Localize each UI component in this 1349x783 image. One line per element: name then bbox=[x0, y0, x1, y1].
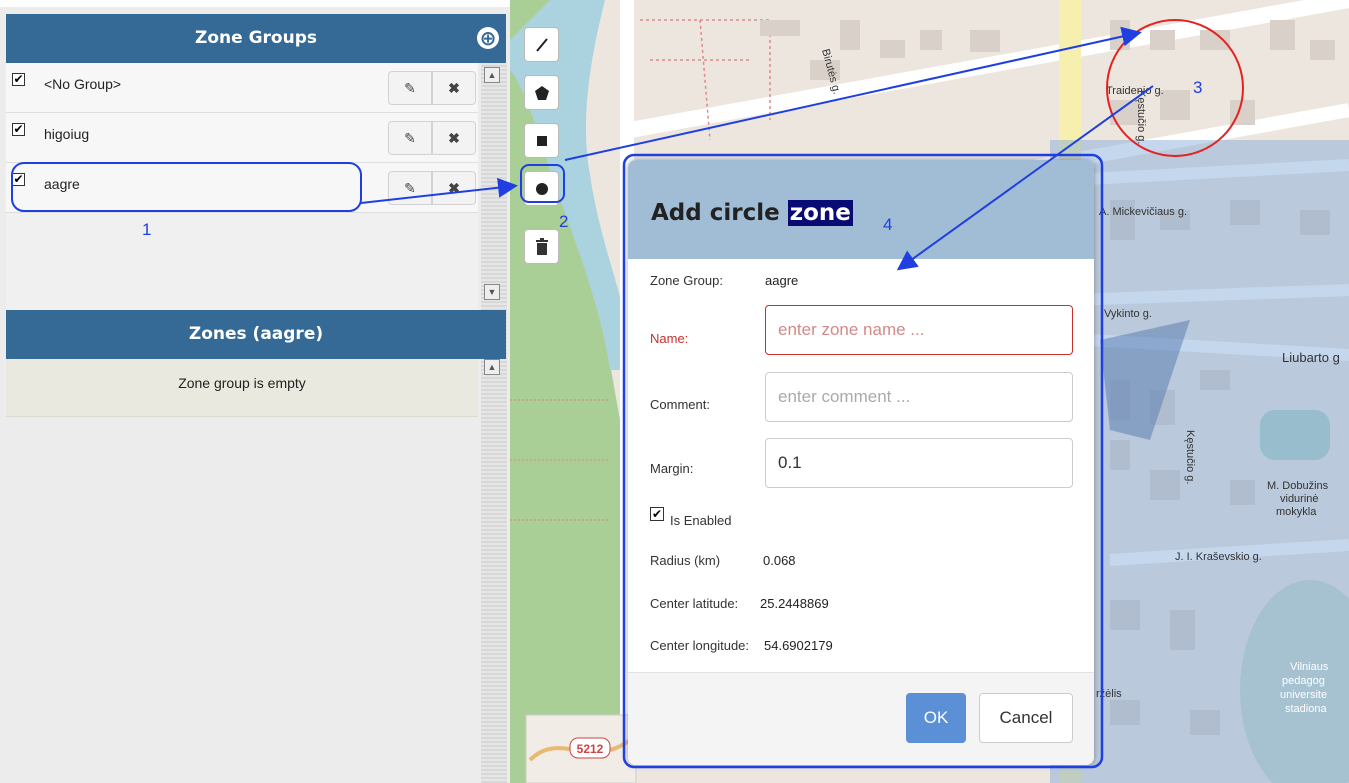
comment-label: Comment: bbox=[650, 397, 710, 412]
plus-icon: ⊕ bbox=[479, 26, 497, 50]
street-label: Liubarto g bbox=[1282, 350, 1340, 365]
zone-group-label: Zone Group: bbox=[650, 273, 723, 288]
map-label: Vilniaus bbox=[1290, 661, 1329, 673]
pencil-icon: ✎ bbox=[404, 80, 416, 96]
annotation-number: 3 bbox=[1193, 78, 1203, 97]
map-label: stadiona bbox=[1285, 703, 1327, 715]
delete-group-button[interactable]: ✖ bbox=[432, 121, 476, 155]
zone-name-input[interactable] bbox=[765, 305, 1073, 355]
zone-groups-header: Zone Groups ⊕ bbox=[6, 14, 506, 63]
group-name: <No Group> bbox=[44, 76, 122, 92]
zones-header: Zones (aagre) bbox=[6, 310, 506, 359]
line-icon bbox=[535, 37, 548, 52]
radius-value: 0.068 bbox=[763, 553, 796, 568]
close-icon: ✖ bbox=[448, 80, 460, 96]
trash-icon bbox=[535, 237, 548, 255]
rectangle-icon bbox=[536, 135, 547, 146]
dialog-title-prefix: Add circle bbox=[651, 200, 780, 226]
circle-icon bbox=[535, 182, 548, 195]
edit-group-button[interactable]: ✎ bbox=[388, 121, 432, 155]
annotation-number: 4 bbox=[883, 215, 893, 234]
add-zone-dialog: Add circle zone Zone Group: aagre Name: … bbox=[628, 160, 1094, 765]
pencil-icon: ✎ bbox=[404, 180, 416, 196]
margin-input[interactable] bbox=[765, 438, 1073, 488]
draw-circle-button[interactable] bbox=[524, 171, 559, 206]
group-checkbox[interactable]: ✔ bbox=[12, 123, 25, 136]
center-longitude-label: Center longitude: bbox=[650, 638, 750, 653]
draw-line-button[interactable] bbox=[524, 27, 559, 62]
delete-shape-button[interactable] bbox=[524, 229, 559, 264]
center-latitude-value: 25.2448869 bbox=[760, 596, 829, 611]
group-row-aagre[interactable]: ✔ aagre ✎ ✖ bbox=[6, 163, 478, 213]
enabled-checkbox[interactable]: ✔ bbox=[650, 507, 664, 521]
center-longitude-value: 54.6902179 bbox=[764, 638, 833, 653]
map-label: M. Dobužins bbox=[1267, 480, 1329, 492]
draw-polygon-button[interactable] bbox=[524, 75, 559, 110]
street-label: Traidenio g. bbox=[1106, 85, 1164, 97]
close-icon: ✖ bbox=[448, 130, 460, 146]
ok-button[interactable]: OK bbox=[906, 693, 966, 743]
dialog-header: Add circle zone bbox=[628, 160, 1094, 259]
radius-label: Radius (km) bbox=[650, 553, 721, 568]
zone-groups-title: Zone Groups bbox=[195, 28, 317, 48]
edit-group-button[interactable]: ✎ bbox=[388, 71, 432, 105]
map-label: ržėlis bbox=[1096, 688, 1122, 700]
pencil-icon: ✎ bbox=[404, 130, 416, 146]
street-label: A. Mickevičiaus g. bbox=[1099, 206, 1187, 218]
cancel-button[interactable]: Cancel bbox=[979, 693, 1073, 743]
scroll-up-icon[interactable]: ▲ bbox=[484, 359, 500, 375]
map-label: vidurinė bbox=[1280, 493, 1319, 505]
road-badge: 5212 bbox=[577, 742, 604, 756]
group-name: aagre bbox=[44, 176, 80, 192]
group-name: higoiug bbox=[44, 126, 90, 142]
margin-label: Margin: bbox=[650, 461, 694, 476]
polygon-icon bbox=[534, 85, 549, 100]
draw-toolbar bbox=[524, 27, 561, 275]
draw-rectangle-button[interactable] bbox=[524, 123, 559, 158]
panel-splitter[interactable] bbox=[481, 63, 507, 783]
zone-panel: Zone Groups ⊕ ✔ <No Group> ✎ ✖ ✔ higoiug… bbox=[0, 7, 510, 783]
street-label: J. I. Kraševskio g. bbox=[1175, 551, 1262, 563]
delete-group-button[interactable]: ✖ bbox=[432, 71, 476, 105]
street-label: Kęstučio g. bbox=[1184, 430, 1196, 484]
dialog-title-highlight: zone bbox=[787, 200, 853, 226]
street-label: Kęstučio g. bbox=[1135, 90, 1147, 144]
enabled-label: Is Enabled bbox=[670, 513, 732, 528]
edit-group-button[interactable]: ✎ bbox=[388, 171, 432, 205]
map-label: universite bbox=[1280, 689, 1327, 701]
group-checkbox[interactable]: ✔ bbox=[12, 173, 25, 186]
delete-group-button[interactable]: ✖ bbox=[432, 171, 476, 205]
map-label: pedagog bbox=[1282, 675, 1325, 687]
comment-input[interactable] bbox=[765, 372, 1073, 422]
center-latitude-label: Center latitude: bbox=[650, 596, 739, 611]
add-group-button[interactable]: ⊕ bbox=[477, 27, 499, 49]
annotation-number: 2 bbox=[559, 212, 569, 231]
map-label: mokykla bbox=[1276, 506, 1317, 518]
zones-empty-message: Zone group is empty bbox=[6, 359, 478, 417]
group-row-no-group[interactable]: ✔ <No Group> ✎ ✖ bbox=[6, 63, 478, 113]
group-row-higoiug[interactable]: ✔ higoiug ✎ ✖ bbox=[6, 113, 478, 163]
dialog-title: Add circle zone bbox=[651, 200, 853, 226]
name-label: Name: bbox=[650, 331, 689, 346]
close-icon: ✖ bbox=[448, 180, 460, 196]
zones-title: Zones (aagre) bbox=[188, 324, 324, 344]
annotation-number: 1 bbox=[142, 220, 152, 239]
street-label: Vykinto g. bbox=[1104, 308, 1152, 320]
scroll-up-icon[interactable]: ▲ bbox=[484, 67, 500, 83]
zone-group-value: aagre bbox=[765, 273, 799, 288]
group-checkbox[interactable]: ✔ bbox=[12, 73, 25, 86]
scroll-down-icon[interactable]: ▼ bbox=[484, 284, 500, 300]
